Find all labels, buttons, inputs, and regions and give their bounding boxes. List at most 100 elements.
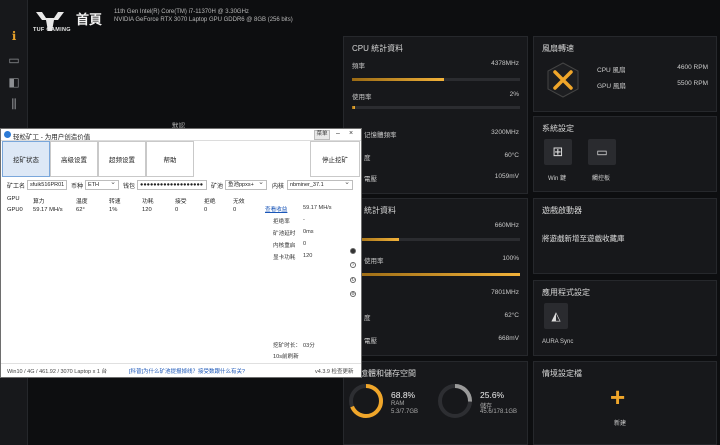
col-gpu: GPU xyxy=(7,196,20,202)
panel-title: 遊戲啟動器 xyxy=(542,206,582,215)
cpu-fan-label: CPU 風扇 xyxy=(597,67,626,74)
info-dot-icon[interactable] xyxy=(350,248,356,254)
cell-accepted: 0 xyxy=(175,207,179,213)
freq-bar xyxy=(352,78,520,81)
fan-speed-panel: 風扇轉速 CPU 風扇 4600 RPM GPU 風扇 5500 RPM xyxy=(533,36,717,112)
usage-label: 使用率 xyxy=(364,258,384,265)
col-temp: 温度 xyxy=(76,199,88,205)
new-profile-label: 新建 xyxy=(614,421,627,427)
kernel-select[interactable]: nbminer_37.1 xyxy=(287,180,353,190)
version-check[interactable]: v4.3.9 检查更新 xyxy=(315,367,354,375)
panel-title: 情境設定檔 xyxy=(542,369,582,378)
add-game-link[interactable]: 將遊戲新增至遊戲收藏庫 xyxy=(542,233,625,244)
miner-window: 轻松矿工 - 为用户创造价值 菜单 – × 挖矿状态 高级设置 超频设置 帮助 … xyxy=(0,128,362,378)
gpu-fan-value: 5500 RPM xyxy=(677,80,708,87)
settings-icon[interactable]: ⚙ xyxy=(350,291,356,297)
page-title: 首頁 xyxy=(76,12,103,27)
system-info: Win10 / 4G / 461.92 / 3070 Laptop x 1 台 xyxy=(7,369,107,375)
coin-label: 币种 xyxy=(71,184,84,190)
cell-invalid: 0 xyxy=(233,207,237,213)
add-icon[interactable]: + xyxy=(610,382,625,413)
storage-gauge xyxy=(438,384,472,418)
question-icon[interactable]: ? xyxy=(350,262,356,268)
runtime-value: 03分 xyxy=(303,343,315,349)
gpu-fan-label: GPU 風扇 xyxy=(597,83,626,90)
close-icon[interactable]: × xyxy=(346,130,356,140)
usage-value: 100% xyxy=(502,255,519,262)
tab-advanced-settings[interactable]: 高级设置 xyxy=(50,141,98,177)
ram-gauge xyxy=(349,384,383,418)
pool-value: 鱼池ppxs+ xyxy=(228,182,254,188)
col-invalid: 无效 xyxy=(233,199,245,205)
ram-value: 5.3/7.7GB xyxy=(391,409,419,415)
aura-sync-icon[interactable]: ◭ xyxy=(544,303,568,329)
win-key-label: Win 鍵 xyxy=(548,176,567,182)
windows-key-icon[interactable]: ⊞ xyxy=(544,139,572,165)
col-power: 功耗 xyxy=(142,199,154,205)
memory-storage-panel: 記憶體和儲存空間 68.8% RAM 5.3/7.7GB 25.6% 儲存 45… xyxy=(343,361,528,445)
usage-value: 2% xyxy=(509,91,519,98)
freq-value: 4378MHz xyxy=(491,60,519,67)
app-logo-icon xyxy=(4,131,11,138)
wallet-label: 钱包 xyxy=(123,184,136,190)
coin-value: ETH xyxy=(88,182,99,188)
freq-label: 頻率 xyxy=(352,63,365,70)
cpu-stats-panel: CPU 統計資料 頻率 4378MHz 使用率 2% 记憶體頻率 3200MHz… xyxy=(343,36,528,194)
tab-help[interactable]: 帮助 xyxy=(146,141,194,177)
status-divider xyxy=(1,363,361,364)
settings-sliders-icon[interactable]: ⫼ xyxy=(5,96,23,112)
cell-hashrate: 59.17 MH/s xyxy=(33,207,63,213)
system-settings-panel: 系統設定 ⊞ Win 鍵 ▭ 觸控板 xyxy=(533,116,717,192)
cpu-fan-value: 4600 RPM xyxy=(677,64,708,71)
temp-value: 62°C xyxy=(504,312,519,319)
worker-input[interactable]: sfuik516PR01 xyxy=(27,180,67,190)
touchpad-label: 觸控板 xyxy=(592,176,611,182)
col-accepted: 接受 xyxy=(175,199,187,205)
volt-label: 電壓 xyxy=(364,338,377,345)
col-rejected: 拒绝 xyxy=(204,199,216,205)
temp-label: 度 xyxy=(364,315,371,322)
brand-name: TUF GAMING xyxy=(33,27,71,33)
volt-value: 668mV xyxy=(498,335,519,342)
refresh-icon[interactable]: ↻ xyxy=(350,277,356,283)
app-settings-panel: 應用程式設定 ◭ AURA Sync xyxy=(533,280,717,356)
faq-link[interactable]: [科普]为什么矿池提报掉线？接受数跟什么有关? xyxy=(129,367,245,375)
minimize-icon[interactable]: – xyxy=(334,130,342,140)
kernel-value: nbminer_37.1 xyxy=(290,182,324,188)
pool-latency-label: 矿池延时 xyxy=(273,231,296,237)
gpu-stats-panel: U 統計資料 660MHz 100% 使用率 7801MHz 度 62°C 電壓… xyxy=(343,198,528,356)
gpu-power-value: 120 xyxy=(303,253,313,259)
pool-select[interactable]: 鱼池ppxs+ xyxy=(225,180,267,190)
kernel-restart-value: 0 xyxy=(303,241,307,247)
cell-temp: 62° xyxy=(76,207,85,213)
cell-gpu: GPU0 xyxy=(7,207,23,213)
cell-power: 120 xyxy=(142,207,152,213)
stop-mining-button[interactable]: 停止挖矿 xyxy=(310,141,360,177)
reject-rate-value: - xyxy=(303,217,305,223)
volt-label: 電壓 xyxy=(364,176,377,183)
col-hashrate: 算力 xyxy=(33,199,45,205)
volt-value: 1059mV xyxy=(494,173,519,180)
coin-select[interactable]: ETH xyxy=(85,180,119,190)
panel-title: 應用程式設定 xyxy=(542,288,590,297)
tab-overclock-settings[interactable]: 超频设置 xyxy=(98,141,146,177)
scenario-profile-panel: 情境設定檔 + 新建 xyxy=(533,361,717,445)
wallet-input[interactable]: ●●●●●●●●●●●●●●●●●●● xyxy=(137,180,207,190)
temp-label: 度 xyxy=(364,155,371,162)
ram-label: RAM xyxy=(391,401,405,407)
touchpad-icon[interactable]: ▭ xyxy=(588,139,616,165)
gpu-power-label: 显卡功耗 xyxy=(273,255,296,261)
view-earnings-link[interactable]: 查看收益 xyxy=(265,205,287,213)
tab-mining-status[interactable]: 挖矿状态 xyxy=(2,141,50,177)
gamepad-icon[interactable]: ◧ xyxy=(5,74,23,90)
monitor-icon[interactable]: ▭ xyxy=(5,52,23,68)
game-launcher-panel: 遊戲啟動器 將遊戲新增至遊戲收藏庫 xyxy=(533,198,717,274)
info-icon[interactable]: ℹ xyxy=(5,28,23,44)
mem-freq-value: 7801MHz xyxy=(491,289,519,296)
storage-percent: 25.6% xyxy=(480,390,505,400)
worker-label: 矿工名 xyxy=(7,184,26,190)
freq-bar xyxy=(352,238,520,241)
menu-button[interactable]: 菜单 xyxy=(314,130,330,140)
mem-freq-label: 记憶體頻率 xyxy=(364,132,397,139)
panel-title: 系統設定 xyxy=(542,124,574,133)
